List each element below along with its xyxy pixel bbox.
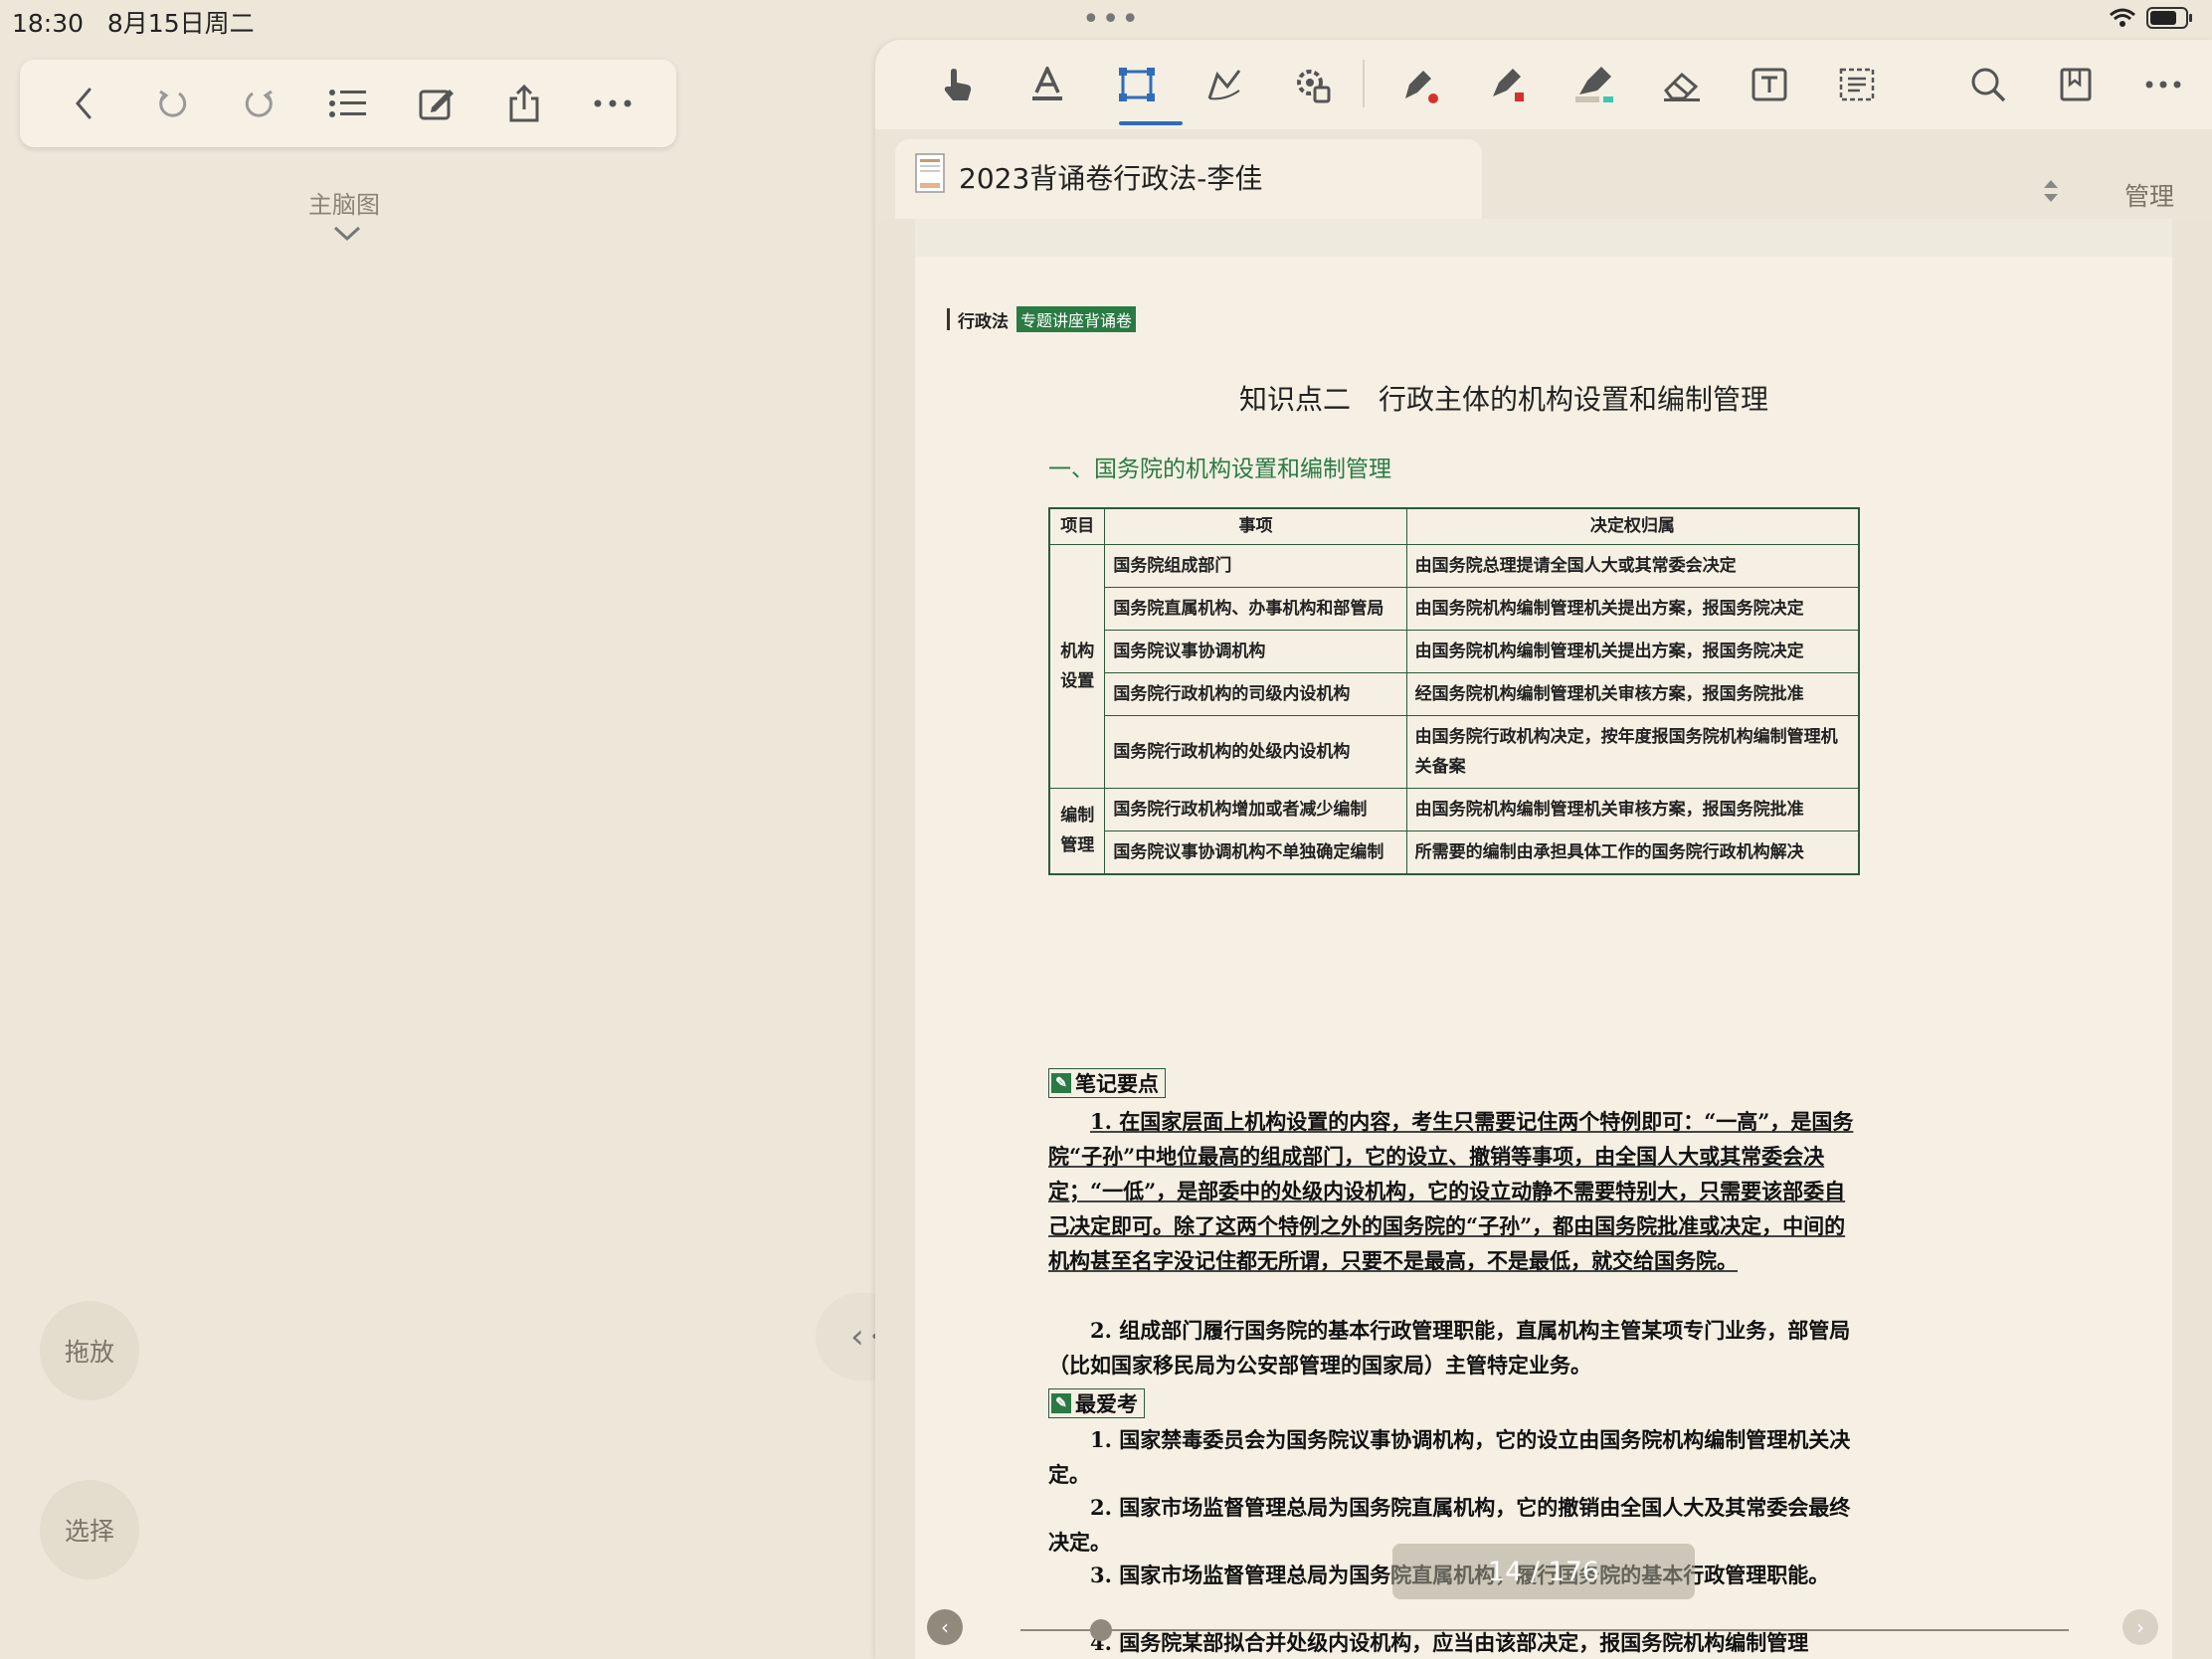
more-options-icon[interactable] — [2140, 62, 2186, 107]
lasso-icon[interactable] — [1201, 62, 1247, 107]
table-row: 国务院行政机构的司级内设机构 经国务院机构编制管理机关审核方案，报国务院批准 — [1049, 671, 1860, 716]
table-header: 项目 — [1048, 507, 1106, 545]
exam-item-1: 1. 国家禁毒委员会为国务院议事协调机构，它的设立由国务院机构编制管理机关决定。 — [1048, 1427, 1851, 1487]
prev-page-button[interactable]: ‹ — [927, 1609, 963, 1645]
bookmark-icon[interactable] — [2053, 62, 2099, 107]
undo-icon[interactable] — [150, 82, 194, 125]
more-icon[interactable] — [591, 82, 635, 125]
notes-title: 笔记要点 — [1075, 1071, 1159, 1096]
toolbar-separator — [1363, 60, 1365, 107]
header-tag: 专题讲座背诵卷 — [1016, 306, 1137, 332]
exam-title: 最爱考 — [1075, 1391, 1138, 1416]
header-bar — [947, 308, 950, 330]
status-bar: 18:30 8月15日周二 ••• — [0, 0, 2212, 40]
edit-icon[interactable] — [415, 82, 459, 125]
table-header-row: 项目 事项 决定权归属 — [1048, 507, 1860, 545]
document-tab[interactable]: 2023背诵卷行政法-李佳 — [895, 139, 1482, 219]
multitask-dots[interactable]: ••• — [1082, 5, 1141, 35]
section-title: 一、国务院的机构设置和编制管理 — [1048, 457, 1391, 482]
pencil-icon: ✎ — [1051, 1073, 1071, 1093]
area-select-icon[interactable] — [1114, 62, 1160, 107]
battery-icon — [2146, 7, 2192, 29]
fountain-pen-icon[interactable] — [1396, 62, 1442, 107]
page-header: 行政法 专题讲座背诵卷 — [947, 306, 1137, 332]
table-cell: 由国务院总理提请全国人大或其常委会决定 — [1405, 543, 1860, 588]
table-cell: 国务院直属机构、办事机构和部管局 — [1104, 586, 1407, 631]
select-button[interactable]: 选择 — [40, 1480, 139, 1579]
search-icon[interactable] — [1965, 62, 2011, 107]
group-cell: 机构设置 — [1048, 543, 1106, 789]
table-cell: 国务院议事协调机构不单独确定编制 — [1104, 830, 1407, 874]
list-icon[interactable] — [326, 82, 370, 125]
status-indicators — [2109, 6, 2194, 30]
pdf-thumbnail-icon — [915, 153, 945, 197]
table-row: 国务院行政机构的处级内设机构 由国务院行政机构决定，按年度报国务院机构编制管理机… — [1049, 714, 1860, 789]
text-select-icon[interactable] — [1834, 62, 1880, 107]
chevron-left-icon: ‹ — [941, 1615, 949, 1639]
table-cell: 国务院行政机构的司级内设机构 — [1104, 671, 1407, 716]
note-paragraph-2: 2. 组成部门履行国务院的基本行政管理职能，直属机构主管某项专门业务，部管局（比… — [1048, 1318, 1851, 1378]
group-cell: 编制管理 — [1048, 787, 1106, 874]
table-row: 国务院直属机构、办事机构和部管局 由国务院机构编制管理机关提出方案，报国务院决定 — [1049, 586, 1860, 631]
next-page-button[interactable]: › — [2122, 1609, 2158, 1645]
back-icon[interactable] — [62, 82, 105, 125]
authority-table: 项目 事项 决定权归属 机构设置 国务院组成部门 由国务院总理提请全国人大或其常… — [1048, 507, 1860, 875]
document-panel: 2023背诵卷行政法-李佳 管理 行政法 专题讲座背诵卷 知识点二 行政主体的机… — [875, 40, 2212, 1659]
annotation-toolbar — [875, 40, 2212, 129]
table-row: 编制管理 国务院行政机构增加或者减少编制 由国务院机构编制管理机关审核方案，报国… — [1048, 787, 1860, 874]
header-label: 行政法 — [958, 311, 1009, 332]
text-box-icon[interactable] — [1747, 62, 1792, 107]
manage-button[interactable]: 管理 — [2124, 177, 2174, 213]
page-indicator: 14 / 176 — [1392, 1544, 1695, 1599]
page-scrubber-knob[interactable] — [1090, 1619, 1112, 1641]
table-header: 事项 — [1104, 507, 1407, 545]
knowledge-point-title: 知识点二 行政主体的机构设置和编制管理 — [1238, 383, 1768, 416]
mindmap-label[interactable]: 主脑图 — [308, 185, 380, 220]
table-cell: 由国务院行政机构决定，按年度报国务院机构编制管理机关备案 — [1405, 714, 1860, 789]
notes-heading: ✎ 笔记要点 — [1048, 1068, 1166, 1098]
left-toolbar — [20, 60, 676, 147]
table-cell: 国务院议事协调机构 — [1104, 629, 1407, 673]
chevron-right-icon: › — [2136, 1615, 2144, 1639]
pencil-icon: ✎ — [1051, 1393, 1071, 1413]
eraser-icon[interactable] — [1659, 62, 1705, 107]
document-tab-title: 2023背诵卷行政法-李佳 — [959, 162, 1263, 195]
page-scrubber[interactable] — [1020, 1629, 2069, 1631]
exam-heading: ✎ 最爱考 — [1048, 1388, 1145, 1418]
table-cell: 由国务院机构编制管理机关提出方案，报国务院决定 — [1405, 629, 1860, 673]
drag-button[interactable]: 拖放 — [40, 1301, 139, 1400]
chevron-down-icon[interactable] — [332, 225, 362, 247]
chevron-left-icon: ‹ — [850, 1317, 864, 1357]
hand-tool-icon[interactable] — [935, 62, 981, 107]
page-separator — [915, 219, 2172, 257]
wifi-icon — [2110, 8, 2135, 27]
table-cell: 经国务院机构编制管理机关审核方案，报国务院批准 — [1405, 671, 1860, 716]
table-cell: 由国务院机构编制管理机关提出方案，报国务院决定 — [1405, 586, 1860, 631]
status-time: 18:30 8月15日周二 — [12, 9, 255, 38]
share-icon[interactable] — [502, 82, 546, 125]
table-cell: 国务院行政机构的处级内设机构 — [1104, 714, 1407, 789]
document-tab-bar: 2023背诵卷行政法-李佳 管理 — [875, 129, 2212, 219]
active-tool-indicator — [1119, 121, 1183, 125]
text-highlight-icon[interactable] — [1024, 62, 1070, 107]
table-cell: 国务院组成部门 — [1104, 543, 1407, 588]
ballpoint-pen-icon[interactable] — [1484, 62, 1530, 107]
settings-tool-icon[interactable] — [1289, 62, 1335, 107]
redo-icon[interactable] — [238, 82, 281, 125]
table-cell: 国务院行政机构增加或者减少编制 — [1104, 787, 1407, 831]
table-header: 决定权归属 — [1405, 507, 1860, 545]
highlighter-icon[interactable] — [1571, 62, 1617, 107]
note-paragraph-1: 1. 在国家层面上机构设置的内容，考生只需要记住两个特例即可：“一高”，是国务院… — [1048, 1109, 1854, 1273]
sort-icon[interactable] — [2041, 177, 2061, 209]
table-cell: 所需要的编制由承担具体工作的国务院行政机构解决 — [1405, 830, 1860, 874]
table-row: 国务院议事协调机构不单独确定编制 所需要的编制由承担具体工作的国务院行政机构解决 — [1049, 830, 1860, 874]
table-row: 国务院议事协调机构 由国务院机构编制管理机关提出方案，报国务院决定 — [1049, 629, 1860, 673]
table-cell: 由国务院机构编制管理机关审核方案，报国务院批准 — [1405, 787, 1860, 831]
table-row: 机构设置 国务院组成部门 由国务院总理提请全国人大或其常委会决定 — [1048, 543, 1860, 789]
